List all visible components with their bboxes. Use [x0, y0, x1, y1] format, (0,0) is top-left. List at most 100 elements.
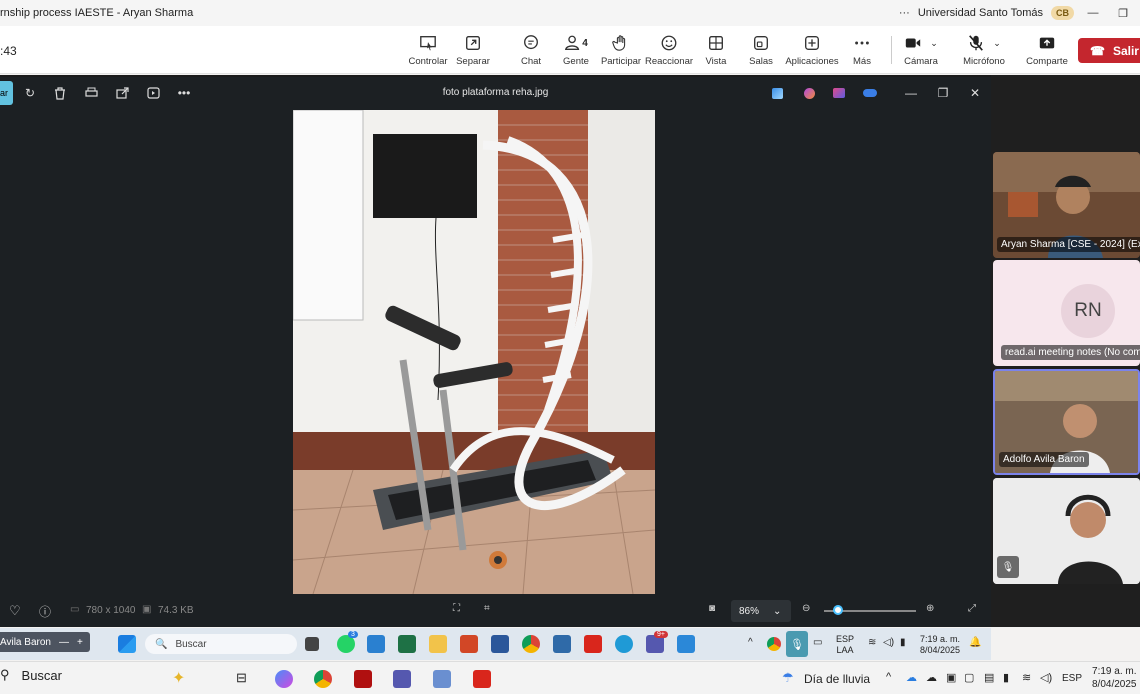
windows-start-icon[interactable]: [118, 635, 136, 653]
app-icon[interactable]: [553, 635, 571, 653]
notifications-icon[interactable]: 🔔: [969, 637, 981, 648]
search-icon: ⚲: [0, 667, 10, 682]
add-apps-icon: [803, 32, 821, 54]
participant-tile[interactable]: 🎙: [993, 478, 1140, 584]
chevron-up-icon[interactable]: ^: [886, 671, 891, 683]
title-bar: rnship process IAESTE - Aryan Sharma ···…: [0, 0, 1140, 26]
language-indicator[interactable]: ESP LAA: [836, 634, 854, 656]
mic-options-chevron-icon[interactable]: ⌄: [993, 38, 1001, 49]
reaccionar-button[interactable]: Reaccionar: [643, 32, 695, 67]
search-input[interactable]: 🔍 Buscar: [145, 634, 297, 654]
popout-icon: [464, 32, 482, 54]
leave-button[interactable]: ☎ Salir: [1078, 38, 1140, 63]
file-explorer-icon[interactable]: [429, 635, 447, 653]
app-tray-icon[interactable]: ▮: [1003, 671, 1009, 684]
search-input[interactable]: ⚲ Buscar: [0, 667, 62, 683]
viewer-toolbar: ar ↻ ••• foto plataforma reha.jpg — ❐ ✕: [0, 77, 991, 109]
wifi-icon[interactable]: ≋: [1022, 671, 1031, 684]
onedrive-icon[interactable]: [861, 84, 879, 102]
share-screen-icon: [1038, 32, 1056, 54]
wifi-icon[interactable]: ≋: [868, 637, 876, 648]
notification-badge: 9+: [654, 631, 668, 638]
avatar: RN: [1061, 284, 1115, 338]
excel-icon[interactable]: [398, 635, 416, 653]
minimize-icon[interactable]: —: [902, 84, 920, 102]
salas-button[interactable]: Salas: [735, 32, 787, 67]
snapshot-icon[interactable]: ◙: [709, 603, 715, 614]
comparte-button[interactable]: Comparte: [1021, 32, 1073, 67]
edge-icon[interactable]: [615, 635, 633, 653]
separar-button[interactable]: Separar: [447, 32, 499, 67]
acrobat-icon[interactable]: [473, 670, 491, 688]
chrome-tray-icon[interactable]: [767, 637, 781, 651]
copilot-sparkle-icon[interactable]: ✦: [172, 668, 185, 688]
chrome-icon[interactable]: [522, 635, 540, 653]
volume-icon[interactable]: ◁): [1040, 671, 1052, 684]
designer-icon[interactable]: [768, 84, 786, 102]
avatar[interactable]: CB: [1051, 6, 1074, 20]
dimensions-icon: ▭: [70, 604, 80, 615]
rain-weather-icon[interactable]: ☂: [782, 670, 794, 686]
camara-button[interactable]: ⌄ Cámara: [895, 32, 947, 68]
app-tray-icon[interactable]: ▣: [946, 671, 956, 684]
battery-icon[interactable]: ▮: [900, 637, 906, 648]
chevron-up-icon[interactable]: ^: [748, 637, 753, 648]
participant-tile[interactable]: RN read.ai meeting notes (No com...: [993, 260, 1140, 366]
close-icon[interactable]: ✕: [966, 84, 984, 102]
file-size-icon: ▣: [142, 604, 152, 615]
favorite-heart-icon[interactable]: ♡: [9, 603, 21, 619]
task-view-icon[interactable]: [305, 637, 319, 651]
app-icon[interactable]: [354, 670, 372, 688]
camera-options-chevron-icon[interactable]: ⌄: [930, 38, 938, 49]
app-tray-icon[interactable]: ▤: [984, 671, 994, 684]
word-icon[interactable]: [491, 635, 509, 653]
language-indicator[interactable]: ESP: [1062, 673, 1082, 684]
copilot-icon[interactable]: [275, 670, 293, 688]
weather-text[interactable]: Día de lluvia: [804, 672, 870, 686]
participant-tile-speaking[interactable]: Adolfo Avila Baron: [993, 369, 1140, 475]
taskbar-window-tab[interactable]: Avila Baron — +: [0, 632, 90, 652]
visual-search-icon[interactable]: ⌗: [484, 603, 490, 614]
photos-icon[interactable]: [677, 635, 695, 653]
zoom-slider-handle[interactable]: [832, 605, 843, 615]
restore-icon[interactable]: ❐: [1112, 7, 1134, 20]
task-view-icon[interactable]: ⊟: [236, 670, 247, 686]
minimize-icon[interactable]: —: [1082, 7, 1104, 19]
photos-icon[interactable]: [830, 84, 848, 102]
chrome-icon[interactable]: [314, 670, 332, 688]
app-icon[interactable]: [433, 670, 451, 688]
clock[interactable]: 7:19 a. m. 8/04/2025: [1092, 665, 1137, 691]
participant-tile[interactable]: Aryan Sharma [CSE - 2024] (Ext...: [993, 152, 1140, 258]
mas-button[interactable]: Más: [836, 32, 888, 67]
zoom-out-icon[interactable]: ⊖: [802, 603, 810, 614]
add-icon[interactable]: +: [77, 637, 83, 648]
participar-button[interactable]: Participar: [595, 32, 647, 67]
file-info-icon[interactable]: ⓘ: [39, 603, 51, 620]
teams-icon[interactable]: [393, 670, 411, 688]
zoom-in-icon[interactable]: ⊕: [926, 603, 934, 614]
crop-fit-icon[interactable]: ⛶: [453, 603, 460, 614]
microfono-button[interactable]: ⌄ Micrófono: [958, 32, 1010, 67]
window-tray-icon[interactable]: ▭: [813, 637, 822, 648]
powerpoint-icon[interactable]: [460, 635, 478, 653]
zoom-select[interactable]: 86% ⌄: [731, 600, 791, 622]
image-dimensions: 780 x 1040: [86, 605, 136, 616]
fullscreen-icon[interactable]: ⤢: [968, 603, 976, 614]
vscode-icon[interactable]: [367, 635, 385, 653]
onedrive-icon[interactable]: ☁: [906, 671, 917, 684]
clipchamp-icon[interactable]: [800, 84, 818, 102]
app-tray-icon[interactable]: ▢: [964, 671, 974, 684]
more-options-icon[interactable]: ···: [899, 7, 910, 19]
screen-share-control-icon: [419, 32, 437, 54]
restore-icon[interactable]: ❐: [934, 84, 952, 102]
minimize-icon[interactable]: —: [59, 637, 69, 648]
camera-icon: ⌄: [904, 32, 938, 54]
viewer-status-bar: ♡ ⓘ ▭ 780 x 1040 ▣ 74.3 KB ⛶ ⌗ ◙ 86% ⌄ ⊖ …: [0, 595, 991, 627]
volume-icon[interactable]: ◁): [883, 637, 894, 648]
cloud-icon[interactable]: ☁: [926, 671, 937, 684]
aplicaciones-button[interactable]: Aplicaciones: [785, 32, 839, 67]
microphone-tray-icon[interactable]: 🎙: [786, 631, 808, 657]
acrobat-icon[interactable]: [584, 635, 602, 653]
clock[interactable]: 7:19 a. m. 8/04/2025: [920, 634, 960, 656]
chat-icon: [522, 32, 540, 54]
